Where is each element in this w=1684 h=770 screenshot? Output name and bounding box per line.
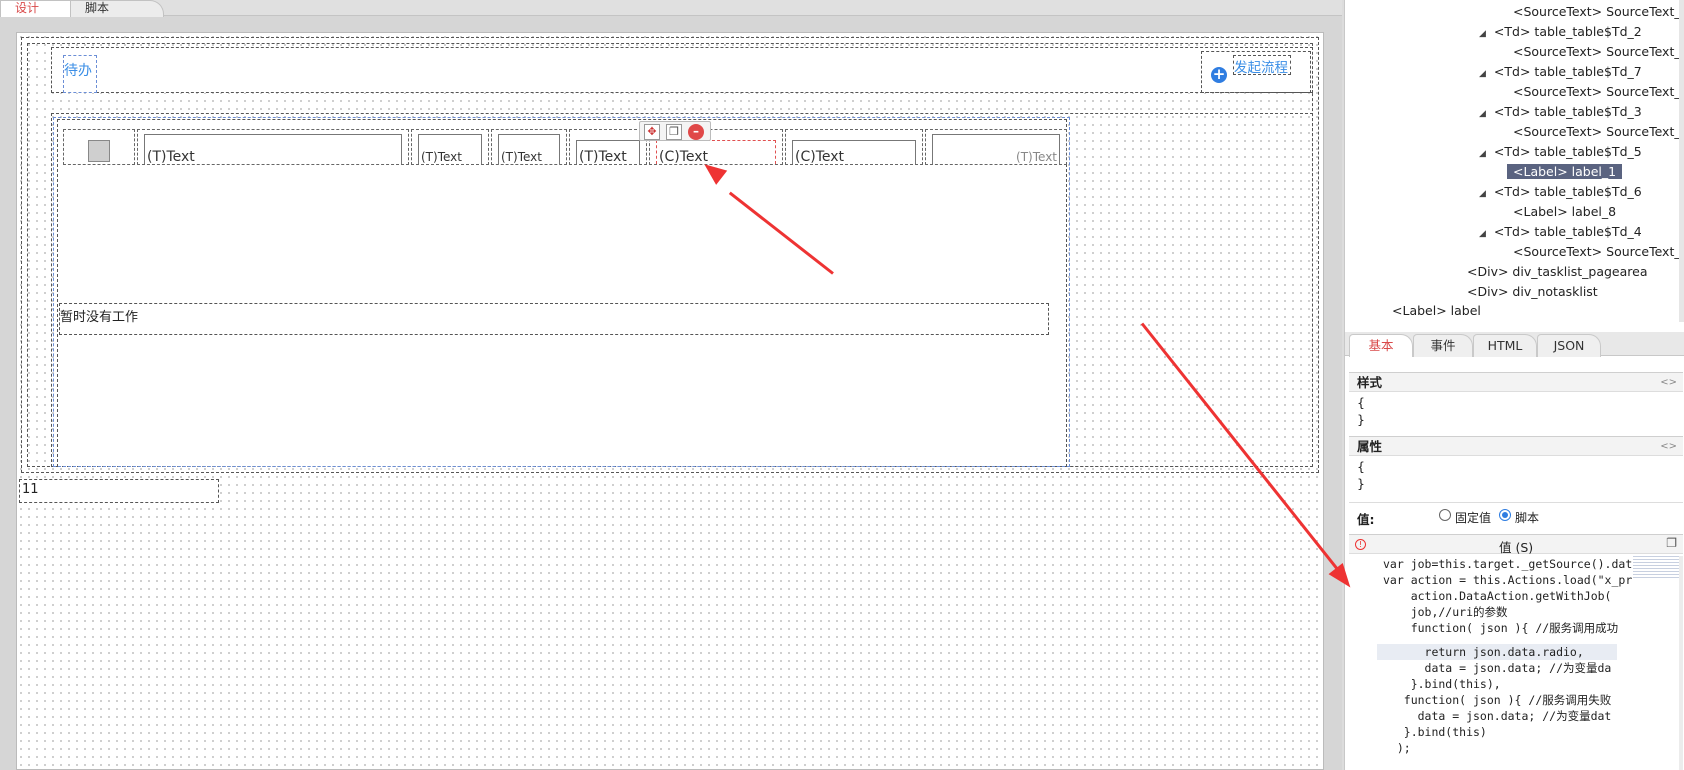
column-header[interactable]: (T)Text <box>932 134 1060 164</box>
triangle-down-icon[interactable]: ◢ <box>1479 229 1486 239</box>
code-line: ); <box>1383 741 1411 755</box>
code-line: job,//uri的参数 <box>1383 605 1508 619</box>
code-line: }.bind(this) <box>1383 725 1487 739</box>
tree-item[interactable]: ◢ <Td> table_table$Td_6 <box>1479 182 1642 202</box>
triangle-down-icon[interactable]: ◢ <box>1479 69 1486 79</box>
column-cell: (T)Text <box>925 129 1067 165</box>
tab-json[interactable]: JSON <box>1537 334 1601 357</box>
style-section-header: 样式 <> <box>1349 372 1683 392</box>
triangle-down-icon[interactable]: ◢ <box>1479 189 1486 199</box>
tree-item[interactable]: ◢ <Td> table_table$Td_2 <box>1479 22 1642 42</box>
tab-html[interactable]: HTML <box>1473 334 1537 357</box>
column-cell: (C)Text <box>785 129 923 165</box>
start-process-link[interactable]: 发起流程 <box>1233 55 1291 76</box>
code-line: function( json ){ //服务调用成功 <box>1383 621 1619 635</box>
element-toolbar: ✥ ❐ – <box>639 121 711 141</box>
tree-item[interactable]: ◢ <Td> table_table$Td_5 <box>1479 142 1642 162</box>
triangle-down-icon[interactable]: ◢ <box>1479 149 1486 159</box>
tree-item[interactable]: <SourceText> SourceText_1 <box>1513 82 1684 102</box>
column-header[interactable]: (T)Text <box>144 134 402 164</box>
tree-item[interactable]: ◢ <Td> table_table$Td_3 <box>1479 102 1642 122</box>
radio-script[interactable] <box>1499 509 1511 521</box>
tree-item[interactable]: <SourceText> SourceText_1 <box>1513 42 1684 62</box>
tree-item[interactable]: <Label> label <box>1392 301 1481 321</box>
editor-scrollbar[interactable] <box>1679 556 1683 770</box>
tab-basic[interactable]: 基本 <box>1349 334 1413 357</box>
footer-value: 11 <box>22 482 39 497</box>
column-header[interactable]: (T)Text <box>576 140 640 164</box>
column-header[interactable]: (T)Text <box>498 134 560 164</box>
error-icon: ! <box>1355 539 1366 550</box>
delete-icon[interactable]: – <box>688 124 704 140</box>
tree-item[interactable]: <Label> label_8 <box>1513 202 1616 222</box>
value-label: 值: <box>1357 512 1375 527</box>
maximize-icon[interactable]: ❐ <box>1666 536 1677 550</box>
tree-item[interactable]: <SourceText> SourceText_1 <box>1513 242 1684 262</box>
move-icon[interactable]: ✥ <box>644 124 660 140</box>
triangle-down-icon[interactable]: ◢ <box>1479 109 1486 119</box>
tree-item[interactable]: <Div> div_notasklist <box>1467 282 1598 302</box>
column-cell: (T)Text <box>569 129 647 165</box>
checkbox-cell <box>63 129 135 165</box>
no-work-box: 暂时没有工作 <box>59 303 1049 335</box>
code-line: return json.data.radio, <box>1383 645 1584 659</box>
header-area <box>51 47 1313 93</box>
selected-container <box>53 117 1070 467</box>
attr-editor[interactable]: {} <box>1349 456 1683 498</box>
radio-script-label: 脚本 <box>1515 511 1540 525</box>
tree-item-selected[interactable]: <Label> label_1 <box>1507 162 1623 182</box>
form-canvas[interactable]: 待办 + 发起流程 (T)Text (T)Text (T)Text (T)Tex… <box>16 32 1324 770</box>
column-cell: (T)Text <box>137 129 409 165</box>
code-line: action.DataAction.getWithJob( <box>1383 589 1612 603</box>
script-editor[interactable]: var job=this.target._getSource().dat var… <box>1349 556 1683 770</box>
property-panel: <SourceText> SourceText_5 ◢ <Td> table_ta… <box>1344 0 1684 770</box>
tab-script[interactable]: 脚本 <box>70 0 164 17</box>
attr-section-header: 属性 <> <box>1349 436 1683 456</box>
value-row: 值: 固定值 脚本 <box>1349 502 1683 528</box>
tree-item[interactable]: <SourceText> SourceText_5 <box>1513 2 1684 22</box>
todo-box[interactable]: 待办 <box>63 55 97 93</box>
column-cell: (T)Text <box>491 129 567 165</box>
code-line: function( json ){ //服务调用失败 <box>1383 693 1612 707</box>
editor-tab-bar: 设计 脚本 <box>0 0 1342 17</box>
copy-icon[interactable]: ❐ <box>666 124 682 140</box>
checkbox-placeholder[interactable] <box>88 140 110 162</box>
style-editor[interactable]: {} <box>1349 392 1683 434</box>
code-line: var job=this.target._getSource().dat <box>1383 557 1633 571</box>
tree-item[interactable]: <Div> div_tasklist_pagearea <box>1467 262 1648 282</box>
column-cell: (T)Text <box>411 129 489 165</box>
code-minimap[interactable] <box>1633 556 1679 580</box>
code-line: data = json.data; //为变量da <box>1383 661 1612 675</box>
column-header-selected[interactable]: (C)Text <box>656 140 776 164</box>
element-tree: <SourceText> SourceText_5 ◢ <Td> table_ta… <box>1345 0 1684 322</box>
radio-fixed-label: 固定值 <box>1455 511 1492 525</box>
tree-scrollbar[interactable] <box>1679 0 1684 322</box>
script-title: 值 (S) <box>1499 540 1534 555</box>
tree-item[interactable]: ◢ <Td> table_table$Td_7 <box>1479 62 1642 82</box>
column-header[interactable]: (C)Text <box>792 140 916 164</box>
tree-item[interactable]: ◢ <Td> table_table$Td_4 <box>1479 222 1642 242</box>
plus-circle-icon[interactable]: + <box>1211 67 1227 83</box>
code-toggle-icon[interactable]: <> <box>1660 437 1677 457</box>
code-line: data = json.data; //为变量dat <box>1383 709 1612 723</box>
code-toggle-icon[interactable]: <> <box>1660 373 1677 393</box>
footer-field[interactable]: 11 <box>19 479 219 503</box>
no-work-text: 暂时没有工作 <box>60 310 139 325</box>
code-line: var action = this.Actions.load("x_pr <box>1383 573 1633 587</box>
triangle-down-icon[interactable]: ◢ <box>1479 29 1486 39</box>
radio-fixed[interactable] <box>1439 509 1451 521</box>
tab-events[interactable]: 事件 <box>1413 334 1473 357</box>
code-line: }.bind(this), <box>1383 677 1501 691</box>
column-header[interactable]: (T)Text <box>418 134 482 164</box>
property-tabs: 基本 事件 HTML JSON <box>1345 332 1684 357</box>
design-panel: 设计 脚本 待办 + 发起流程 (T)Text (T)Text (T)Text … <box>0 0 1342 770</box>
script-editor-header: ! 值 (S) ❐ <box>1349 534 1683 555</box>
tree-item[interactable]: <SourceText> SourceText_2 <box>1513 122 1684 142</box>
todo-label[interactable]: 待办 <box>64 60 92 80</box>
